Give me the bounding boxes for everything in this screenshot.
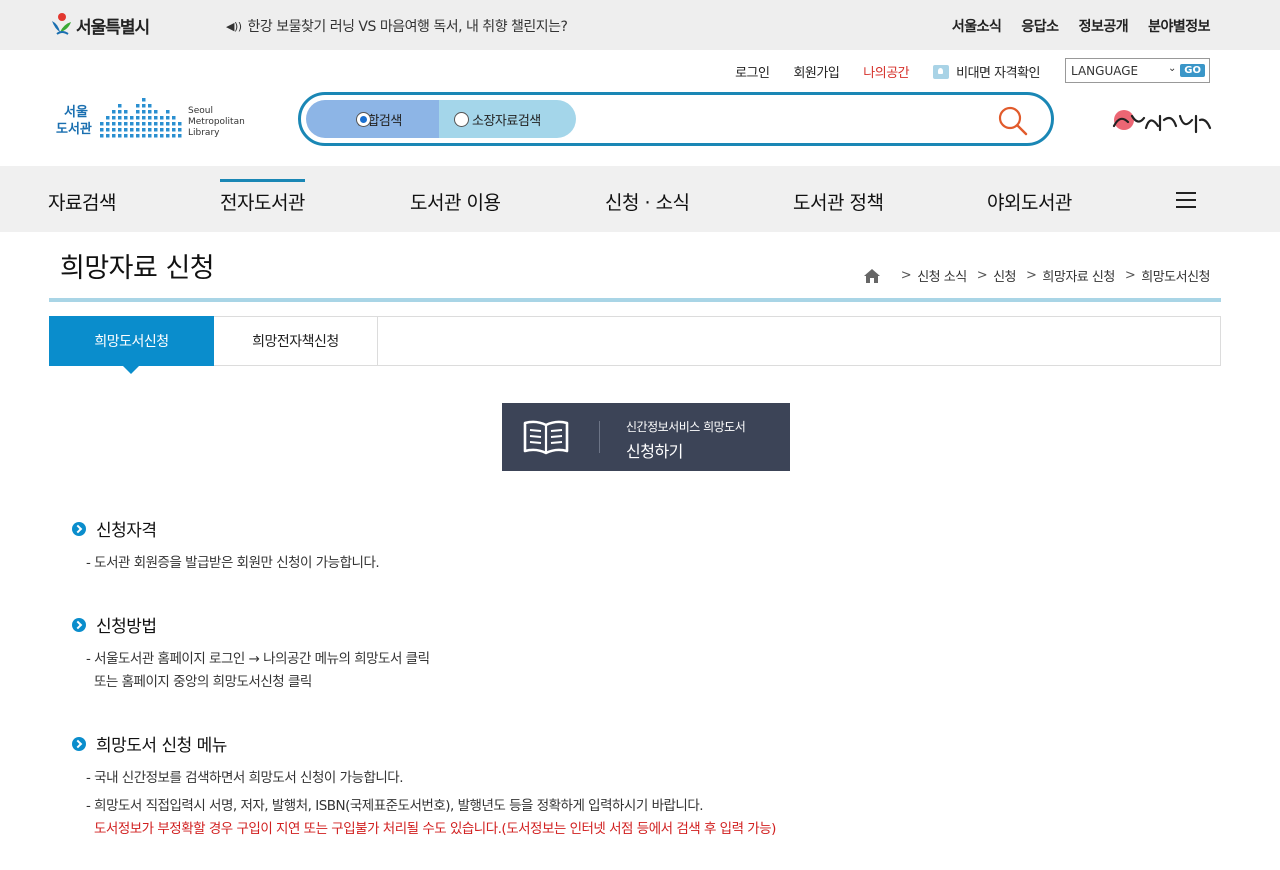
language-go-button[interactable]: GO [1180,64,1205,77]
utility-menu: 로그인 회원가입 나의공간 비대면 자격확인 [735,62,1040,81]
top-link-eungdapso[interactable]: 응답소 [1021,16,1059,36]
remote-verify-link[interactable]: 비대면 자격확인 [933,62,1040,81]
section-title: 신청방법 [96,617,157,637]
seoul-representative-library-logo [1112,110,1212,134]
speaker-icon: ◀)) [226,19,242,33]
logo-english: Seoul Metropolitan Library [188,106,245,139]
logo-english-line2: Metropolitan [188,117,245,127]
banner-subtitle: 신간정보서비스 희망도서 [626,420,746,434]
breadcrumb-item[interactable]: 희망자료 신청 [1042,266,1115,285]
top-notice[interactable]: ◀)) 한강 보물찾기 러닝 VS 마음여행 독서, 내 취향 챌린지는? [226,16,568,36]
tab-hope-book[interactable]: 희망도서신청 [49,316,214,374]
sub-tabs: 희망도서신청 희망전자책신청 [49,316,1221,374]
breadcrumb-item[interactable]: 신청 [993,266,1016,285]
bullet-arrow-icon [72,617,86,632]
section-text: - 희망도서 직접입력시 서명, 저자, 발행처, ISBN(국제표준도서번호)… [86,798,704,814]
warning-text: 도서정보가 부정확할 경우 구입이 지연 또는 구입불가 처리될 수도 있습니다… [94,821,776,837]
join-link[interactable]: 회원가입 [793,62,839,81]
remote-verify-label: 비대면 자격확인 [956,66,1040,81]
banner-divider [599,421,600,453]
banner-title: 신청하기 [626,442,683,461]
chevron-right-icon: > [900,268,912,283]
nav-item-library-use[interactable]: 도서관 이용 [410,188,501,215]
section-title: 희망도서 신청 메뉴 [96,736,227,756]
section-text: - 서울도서관 홈페이지 로그인 → 나의공간 메뉴의 희망도서 클릭 [86,651,430,667]
logo-english-line3: Library [188,128,220,138]
home-icon[interactable] [863,268,881,284]
radio-unselected-icon[interactable] [454,112,469,127]
seoul-city-logo-icon [52,13,71,35]
search-tab-holdings-label: 소장자료검색 [472,113,541,129]
breadcrumb-current: 희망도서신청 [1141,270,1210,285]
bullet-arrow-icon [72,521,86,536]
radio-selected-icon[interactable] [356,112,371,127]
nav-item-search[interactable]: 자료검색 [48,188,116,215]
seoul-city-logo-text: 서울특별시 [76,17,150,38]
top-link-field-info[interactable]: 분야별정보 [1148,16,1210,36]
search-input[interactable] [591,105,981,133]
breadcrumb-item[interactable]: 신청 소식 [917,266,967,285]
search-type-tabs: 통합검색 소장자료검색 [306,100,576,138]
nav-item-library-policy[interactable]: 도서관 정책 [793,188,884,215]
main-navigation: 자료검색 전자도서관 도서관 이용 신청 · 소식 도서관 정책 야외도서관 [0,166,1280,232]
hamburger-menu-icon[interactable] [1176,192,1196,208]
top-bar: 서울특별시 ◀)) 한강 보물찾기 러닝 VS 마음여행 독서, 내 취향 챌린… [0,0,1280,50]
hope-book-apply-button[interactable]: 신간정보서비스 희망도서 신청하기 [502,403,790,471]
page-title: 희망자료 신청 [60,253,215,284]
logo-korean-line1: 서울 [64,105,88,120]
nav-item-ebook-library[interactable]: 전자도서관 [220,179,305,215]
logo-korean: 서울 도서관 [56,104,92,138]
search-box: 통합검색 소장자료검색 [298,92,1054,146]
nav-item-apply-news[interactable]: 신청 · 소식 [605,188,690,215]
login-link[interactable]: 로그인 [735,62,770,81]
section-title: 신청자격 [96,521,157,541]
search-tab-holdings[interactable]: 소장자료검색 [439,100,576,138]
id-card-icon [933,64,950,79]
tab-hope-ebook[interactable]: 희망전자책신청 [214,316,378,366]
search-tab-integrated[interactable]: 통합검색 [306,100,439,138]
open-book-icon [523,420,569,455]
language-select-label: LANGUAGE [1071,63,1139,78]
section-text: - 국내 신간정보를 검색하면서 희망도서 신청이 가능합니다. [86,770,404,786]
chevron-right-icon: > [1124,268,1136,283]
top-link-seoul-news[interactable]: 서울소식 [952,16,1002,36]
seoul-city-logo[interactable]: 서울특별시 [48,11,150,39]
title-divider [49,298,1221,302]
seoul-library-logo[interactable]: 서울 도서관 Seoul Metropolitan Library [56,90,246,142]
logo-english-line1: Seoul [188,106,213,116]
nav-item-outdoor-library[interactable]: 야외도서관 [987,188,1072,215]
language-select[interactable]: LANGUAGE ⌄ GO [1065,58,1210,83]
top-link-info-open[interactable]: 정보공개 [1079,16,1129,36]
section-menu-heading: 희망도서 신청 메뉴 [72,731,227,756]
chevron-right-icon: > [1026,268,1037,283]
logo-korean-line2: 도서관 [56,122,92,137]
search-icon[interactable] [997,105,1029,137]
bullet-arrow-icon [72,736,86,751]
section-eligibility-heading: 신청자격 [72,516,157,541]
myspace-link[interactable]: 나의공간 [863,62,909,81]
section-text: - 도서관 회원증을 발급받은 회원만 신청이 가능합니다. [86,555,380,571]
top-links: 서울소식 응답소 정보공개 분야별정보 [952,16,1211,36]
top-notice-text: 한강 보물찾기 러닝 VS 마음여행 독서, 내 취향 챌린지는? [247,19,568,35]
section-text: 또는 홈페이지 중앙의 희망도서신청 클릭 [94,674,312,690]
section-method-heading: 신청방법 [72,612,157,637]
chevron-right-icon: > [976,268,988,283]
breadcrumb: > 신청 소식 > 신청 > 희망자료 신청 > 희망도서신청 [863,266,1210,285]
chevron-down-icon: ⌄ [1168,63,1177,74]
